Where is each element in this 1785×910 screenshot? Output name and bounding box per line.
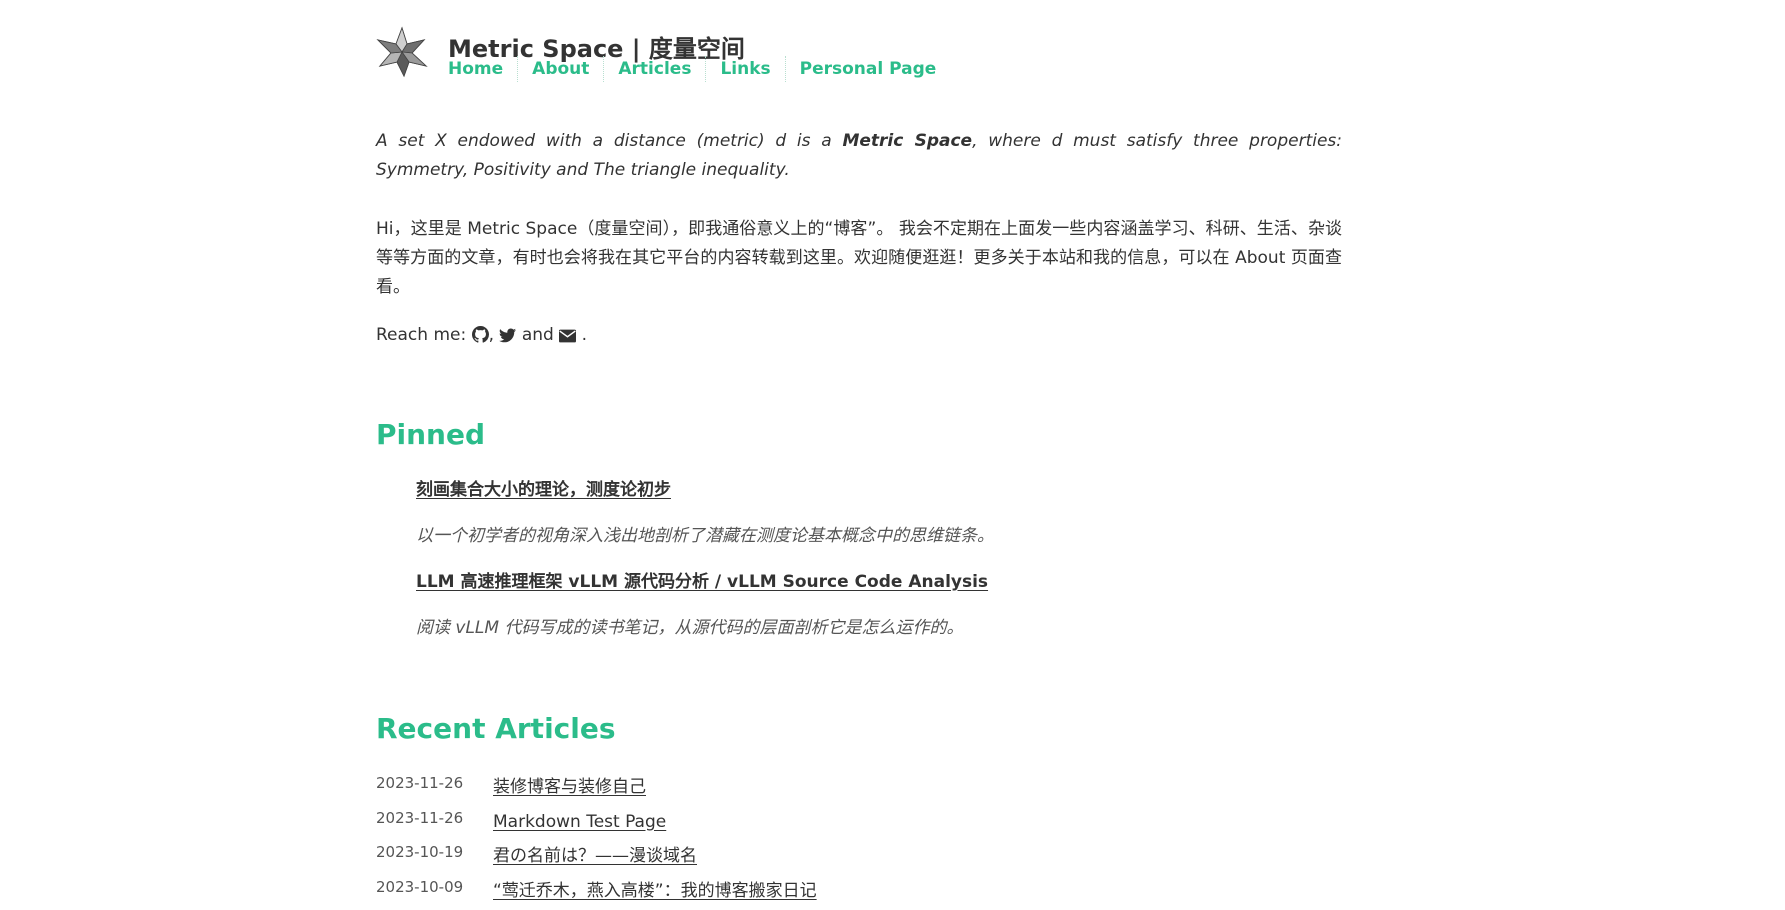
nav-about[interactable]: About <box>517 56 603 82</box>
article-date: 2023-10-19 <box>376 841 493 863</box>
reach-sep-1: , <box>489 325 494 345</box>
stellated-polyhedron-logo-icon <box>376 26 428 78</box>
pinned-heading: Pinned <box>376 418 485 451</box>
reach-prefix: Reach me: <box>376 325 472 345</box>
nav-home[interactable]: Home <box>448 56 517 82</box>
nav-links[interactable]: Links <box>705 56 784 82</box>
pinned-article-desc: 以一个初学者的视角深入浅出地剖析了潜藏在测度论基本概念中的思维链条。 <box>416 523 1342 549</box>
nav-articles[interactable]: Articles <box>603 56 705 82</box>
site-header: Metric Space | 度量空间 Home About Articles … <box>376 26 1342 86</box>
main-nav: Home About Articles Links Personal Page <box>448 56 950 82</box>
intro-quote: A set X endowed with a distance (metric)… <box>376 127 1342 185</box>
article-link[interactable]: Markdown Test Page <box>493 809 666 835</box>
recent-article-row: 2023-11-26 装修博客与装修自己 <box>376 772 1342 807</box>
bio-paragraph: Hi，这里是 Metric Space（度量空间），即我通俗意义上的“博客”。 … <box>376 215 1342 302</box>
recent-articles-heading: Recent Articles <box>376 712 616 745</box>
recent-article-row: 2023-10-09 “莺迁乔木，燕入高楼”：我的博客搬家日记 <box>376 876 1342 910</box>
article-date: 2023-11-26 <box>376 772 493 794</box>
site-logo[interactable] <box>376 26 428 78</box>
intro-bold-term: Metric Space <box>842 131 972 151</box>
intro-text-before: A set X endowed with a distance (metric)… <box>376 131 842 151</box>
article-link[interactable]: 装修博客与装修自己 <box>493 774 646 800</box>
article-link[interactable]: “莺迁乔木，燕入高楼”：我的博客搬家日记 <box>493 878 817 904</box>
twitter-icon[interactable] <box>499 324 516 353</box>
nav-personal-page[interactable]: Personal Page <box>785 56 951 82</box>
envelope-icon[interactable] <box>559 324 576 353</box>
github-icon[interactable] <box>472 324 489 353</box>
recent-articles-list: 2023-11-26 装修博客与装修自己 2023-11-26 Markdown… <box>376 772 1342 910</box>
pinned-article-desc: 阅读 vLLM 代码写成的读书笔记，从源代码的层面剖析它是怎么运作的。 <box>416 615 1342 641</box>
recent-article-row: 2023-10-19 君の名前は？——漫谈域名 <box>376 841 1342 876</box>
pinned-article-link[interactable]: 刻画集合大小的理论，测度论初步 <box>416 477 1342 503</box>
pinned-list: 刻画集合大小的理论，测度论初步 以一个初学者的视角深入浅出地剖析了潜藏在测度论基… <box>416 477 1342 661</box>
recent-article-row: 2023-11-26 Markdown Test Page <box>376 807 1342 842</box>
reach-suffix: . <box>576 325 587 345</box>
pinned-article-link[interactable]: LLM 高速推理框架 vLLM 源代码分析 / vLLM Source Code… <box>416 569 1342 595</box>
article-date: 2023-10-09 <box>376 876 493 898</box>
reach-sep-2: and <box>516 325 559 345</box>
article-date: 2023-11-26 <box>376 807 493 829</box>
article-link[interactable]: 君の名前は？——漫谈域名 <box>493 843 697 869</box>
reach-me: Reach me: , and . <box>376 321 1342 353</box>
